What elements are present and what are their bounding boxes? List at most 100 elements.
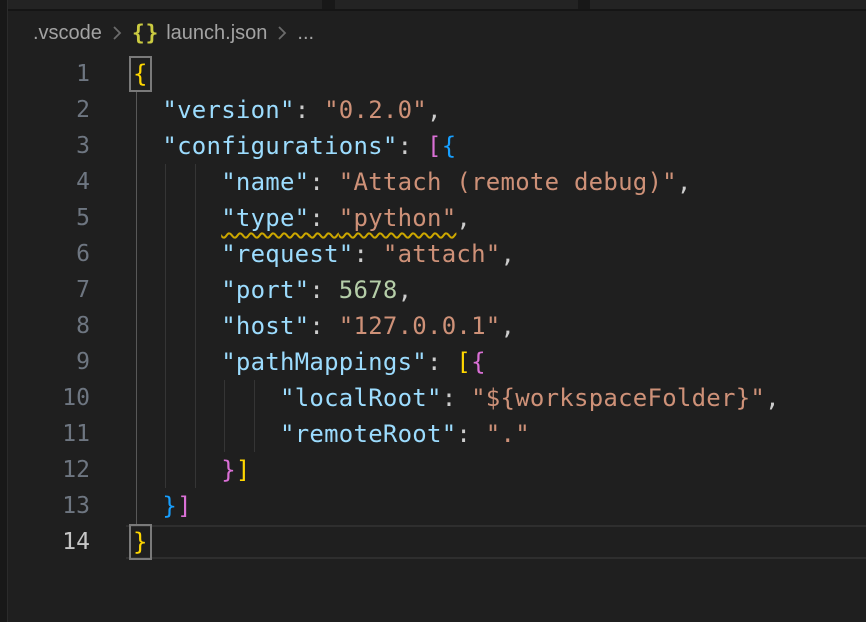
token: "127.0.0.1" xyxy=(339,312,501,340)
code-text: { xyxy=(133,56,148,92)
token: "${workspaceFolder}" xyxy=(471,384,765,412)
code-line[interactable]: 7 "port": 5678, xyxy=(0,272,866,308)
token: "version" xyxy=(162,96,294,124)
token: : xyxy=(309,312,338,340)
token: "request" xyxy=(221,240,353,268)
code-line[interactable]: 3 "configurations": [{ xyxy=(0,128,866,164)
tab-strip-segment[interactable] xyxy=(335,0,578,9)
matched-bracket: } xyxy=(133,528,148,556)
code-text: }] xyxy=(133,488,192,524)
token: [ xyxy=(456,348,471,376)
line-number[interactable]: 3 xyxy=(0,128,90,164)
token: "name" xyxy=(221,168,309,196)
token: "host" xyxy=(221,312,309,340)
token: "attach" xyxy=(383,240,501,268)
line-number[interactable]: 1 xyxy=(0,56,90,92)
token: "pathMappings" xyxy=(221,348,427,376)
token: : xyxy=(398,132,427,160)
token: [ xyxy=(427,132,442,160)
code-text: "name": "Attach (remote debug)", xyxy=(133,164,692,200)
token: "0.2.0" xyxy=(324,96,427,124)
line-number[interactable]: 4 xyxy=(0,164,90,200)
line-number[interactable]: 13 xyxy=(0,488,90,524)
token: ] xyxy=(177,492,192,520)
token: "Attach (remote debug)" xyxy=(339,168,677,196)
code-line[interactable]: 4 "name": "Attach (remote debug)", xyxy=(0,164,866,200)
code-line[interactable]: 14} xyxy=(0,524,866,560)
line-number[interactable]: 6 xyxy=(0,236,90,272)
chevron-right-icon xyxy=(276,24,288,42)
line-number[interactable]: 12 xyxy=(0,452,90,488)
line-number[interactable]: 10 xyxy=(0,380,90,416)
code-line[interactable]: 11 "remoteRoot": "." xyxy=(0,416,866,452)
code-text: "configurations": [{ xyxy=(133,128,456,164)
code-line[interactable]: 10 "localRoot": "${workspaceFolder}", xyxy=(0,380,866,416)
code-line[interactable]: 2 "version": "0.2.0", xyxy=(0,92,866,128)
token: : xyxy=(456,420,485,448)
token: "configurations" xyxy=(162,132,397,160)
line-number[interactable]: 7 xyxy=(0,272,90,308)
token: } xyxy=(162,492,177,520)
token: ] xyxy=(236,456,251,484)
chevron-right-icon xyxy=(111,24,123,42)
json-braces-icon: {} xyxy=(132,21,159,45)
token: "remoteRoot" xyxy=(280,420,456,448)
code-line[interactable]: 8 "host": "127.0.0.1", xyxy=(0,308,866,344)
code-line[interactable]: 1{ xyxy=(0,56,866,92)
token: : xyxy=(295,96,324,124)
token: : xyxy=(309,276,338,304)
token: , xyxy=(677,168,692,196)
token: : xyxy=(309,168,338,196)
code-line[interactable]: 12}] xyxy=(0,452,866,488)
token: 5678 xyxy=(339,276,398,304)
line-number[interactable]: 11 xyxy=(0,416,90,452)
warning-squiggle-token: "type" xyxy=(221,204,309,232)
warning-squiggle-token: "python" xyxy=(339,204,457,232)
code-text: "port": 5678, xyxy=(133,272,412,308)
token: , xyxy=(398,276,413,304)
line-number[interactable]: 2 xyxy=(0,92,90,128)
code-text: }] xyxy=(133,452,251,488)
token: { xyxy=(471,348,486,376)
token: } xyxy=(221,456,236,484)
breadcrumb-symbol[interactable]: ... xyxy=(297,22,314,45)
code-line[interactable]: 6 "request": "attach", xyxy=(0,236,866,272)
token: "port" xyxy=(221,276,309,304)
tab-strip-segment[interactable] xyxy=(590,0,866,9)
token: , xyxy=(456,204,471,232)
code-text: "version": "0.2.0", xyxy=(133,92,442,128)
code-text: "remoteRoot": "." xyxy=(133,416,530,452)
line-number[interactable]: 14 xyxy=(0,524,90,560)
token: , xyxy=(500,240,515,268)
token: "localRoot" xyxy=(280,384,442,412)
token: : xyxy=(442,384,471,412)
vscode-window: { "breadcrumb": { "folder": ".vscode", "… xyxy=(0,0,866,622)
line-number[interactable]: 8 xyxy=(0,308,90,344)
code-text: } xyxy=(133,524,148,560)
matched-bracket: { xyxy=(133,60,148,88)
code-text: "type": "python", xyxy=(133,200,471,236)
tab-strip-segment[interactable] xyxy=(8,0,322,9)
line-number[interactable]: 5 xyxy=(0,200,90,236)
code-line[interactable]: 5 "type": "python", xyxy=(0,200,866,236)
breadcrumb-file[interactable]: launch.json xyxy=(166,22,267,45)
editor-pane[interactable]: .vscode {} launch.json ... 1{2"version":… xyxy=(0,0,866,622)
code-text: "request": "attach", xyxy=(133,236,515,272)
tab-bar-bottom-sliver xyxy=(8,0,866,11)
token: , xyxy=(427,96,442,124)
breadcrumb-folder[interactable]: .vscode xyxy=(33,22,102,45)
code-text: "host": "127.0.0.1", xyxy=(133,308,515,344)
token: "." xyxy=(486,420,530,448)
token: { xyxy=(442,132,457,160)
line-number[interactable]: 9 xyxy=(0,344,90,380)
breadcrumb: .vscode {} launch.json ... xyxy=(8,13,866,53)
token: : xyxy=(353,240,382,268)
code-text: "pathMappings": [{ xyxy=(133,344,486,380)
code-line[interactable]: 13}] xyxy=(0,488,866,524)
code-text: "localRoot": "${workspaceFolder}", xyxy=(133,380,780,416)
token: , xyxy=(501,312,516,340)
code-line[interactable]: 9 "pathMappings": [{ xyxy=(0,344,866,380)
token: : xyxy=(427,348,456,376)
token: , xyxy=(765,384,780,412)
warning-squiggle-token: : xyxy=(309,204,338,232)
